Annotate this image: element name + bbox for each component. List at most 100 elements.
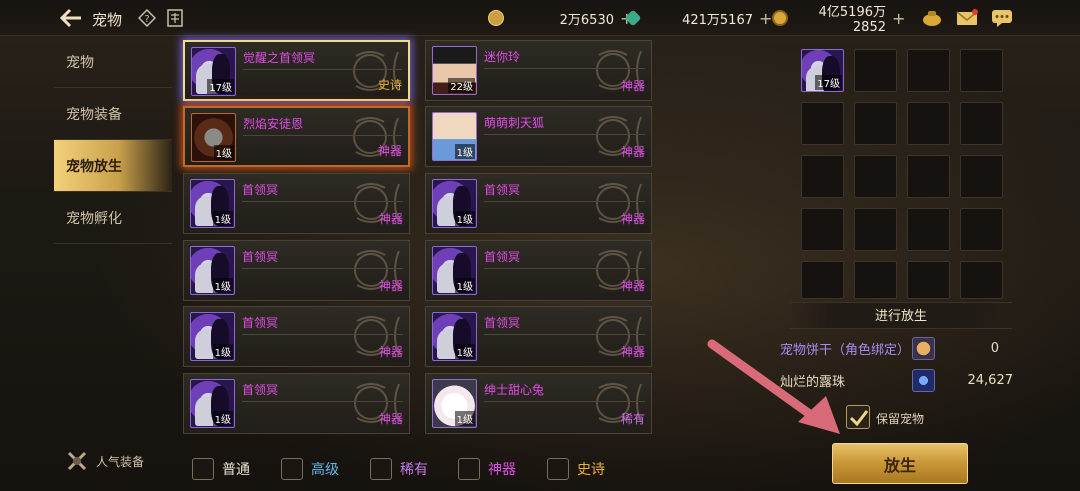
release-slot-empty[interactable] <box>907 49 950 92</box>
coin-currency: 2万6530 + <box>488 7 633 29</box>
pet-card[interactable]: 1级 首领冥 神器 <box>183 240 410 301</box>
release-slot-empty[interactable] <box>960 49 1003 92</box>
release-slot-empty[interactable] <box>854 261 897 299</box>
release-slot-empty[interactable] <box>907 208 950 251</box>
crystal-currency: 421万5167 + <box>624 7 772 29</box>
pet-portrait: 1级 <box>190 246 235 295</box>
card-divider <box>484 401 645 402</box>
pet-rarity: 神器 <box>378 345 403 359</box>
release-slot-empty[interactable] <box>960 208 1003 251</box>
coin-amount: 2万6530 <box>559 12 614 28</box>
pet-level: 1级 <box>212 278 233 293</box>
pet-level: 1级 <box>212 211 233 226</box>
sidebar-item-pet-release[interactable]: 宠物放生 <box>54 140 172 192</box>
pet-level: 1级 <box>454 344 475 359</box>
release-slot-filled[interactable]: 17级 <box>801 49 844 92</box>
pet-level: 1级 <box>454 144 475 159</box>
pet-portrait: 1级 <box>432 312 477 361</box>
reward-row-pet-biscuit: 宠物饼干（角色绑定） 0 <box>780 337 999 360</box>
pet-card[interactable]: 22级 迷你玲 神器 <box>425 40 652 101</box>
sidebar-item-label: 宠物 <box>66 54 94 71</box>
filter-label: 史诗 <box>577 462 605 478</box>
pet-rarity: 神器 <box>620 345 645 359</box>
sidebar-item-label: 宠物装备 <box>66 106 122 123</box>
reward-row-dew: 灿烂的露珠 24,627 <box>780 369 1013 392</box>
card-divider <box>242 268 403 269</box>
release-section-header: 进行放生 <box>790 302 1012 329</box>
pet-card[interactable]: 1级 首领冥 神器 <box>183 373 410 434</box>
pet-card[interactable]: 1级 绅士甜心兔 稀有 <box>425 373 652 434</box>
pet-portrait: 1级 <box>190 312 235 361</box>
sidebar-item-pet-hatching[interactable]: 宠物孵化 <box>54 192 172 244</box>
mail-icon[interactable] <box>956 8 978 28</box>
pet-card[interactable]: 1级 首领冥 神器 <box>183 306 410 367</box>
pet-card[interactable]: 1级 首领冥 神器 <box>425 306 652 367</box>
release-slot-empty[interactable] <box>801 261 844 299</box>
crossed-swords-icon <box>67 451 87 471</box>
coin-icon <box>488 10 504 26</box>
card-divider <box>484 201 645 202</box>
back-arrow-icon[interactable] <box>60 8 82 28</box>
pet-portrait: 1级 <box>432 246 477 295</box>
pet-rarity: 神器 <box>378 279 403 293</box>
card-divider <box>484 334 645 335</box>
pet-card[interactable]: 1级 烈焰安徒恩神器 <box>183 106 410 167</box>
release-slot-empty[interactable] <box>907 102 950 145</box>
release-slot-empty[interactable] <box>907 261 950 299</box>
chat-icon[interactable] <box>991 8 1013 28</box>
sidebar-item-pet-equipment[interactable]: 宠物装备 <box>54 88 172 140</box>
pet-card[interactable]: 1级 首领冥 神器 <box>183 173 410 234</box>
checkbox-box <box>458 458 480 480</box>
pet-rarity: 神器 <box>377 144 402 158</box>
popular-equipment-link[interactable]: 人气装备 <box>66 450 144 472</box>
pet-card[interactable]: 1级 萌萌刺天狐 神器 <box>425 106 652 167</box>
release-slot-empty[interactable] <box>854 49 897 92</box>
release-button[interactable]: 放生 <box>832 443 968 484</box>
rarity-filter-checkbox[interactable]: 稀有 <box>370 458 428 480</box>
pet-name: 烈焰安徒恩 <box>243 117 304 131</box>
pet-level: 1级 <box>212 411 233 426</box>
guide-book-icon[interactable] <box>166 8 184 28</box>
release-slot-empty[interactable] <box>801 102 844 145</box>
pet-card[interactable]: 17级 觉醒之首领冥 史诗 <box>183 40 410 101</box>
release-slot-empty[interactable] <box>960 261 1003 299</box>
release-slot-empty[interactable] <box>854 208 897 251</box>
rarity-filter-checkbox[interactable]: 高级 <box>281 458 339 480</box>
crystal-amount: 421万5167 <box>682 12 753 28</box>
card-divider <box>243 69 402 70</box>
bag-icon[interactable] <box>921 8 943 28</box>
gold-add-button[interactable]: + <box>892 9 905 28</box>
gold-currency: 4亿5196万2852 + <box>772 5 905 35</box>
rarity-filter-checkbox[interactable]: 普通 <box>192 458 250 480</box>
keep-pet-checkbox[interactable] <box>846 405 870 429</box>
pet-rarity: 史诗 <box>377 78 402 92</box>
checkbox-box <box>370 458 392 480</box>
card-divider <box>242 334 403 335</box>
release-slot-empty[interactable] <box>907 155 950 198</box>
pet-level: 1级 <box>454 411 475 426</box>
checkbox-box <box>281 458 303 480</box>
filter-label: 普通 <box>222 462 250 478</box>
pet-card[interactable]: 1级 首领冥 神器 <box>425 173 652 234</box>
release-slot-empty[interactable] <box>960 102 1003 145</box>
pet-card[interactable]: 1级 首领冥 神器 <box>425 240 652 301</box>
help-icon[interactable]: ? <box>138 9 156 27</box>
pet-level: 1级 <box>213 145 234 160</box>
rarity-filter-checkbox[interactable]: 史诗 <box>547 458 605 480</box>
pet-level: 17级 <box>207 79 234 94</box>
release-slot-empty[interactable] <box>960 155 1003 198</box>
reward-label: 宠物饼干（角色绑定） <box>780 343 911 358</box>
release-slot-empty[interactable] <box>854 102 897 145</box>
release-slot-empty[interactable] <box>801 155 844 198</box>
reward-label: 灿烂的露珠 <box>780 375 846 390</box>
rarity-filter-checkbox[interactable]: 神器 <box>458 458 516 480</box>
gold-coin-icon <box>772 10 788 26</box>
pet-rarity: 神器 <box>620 279 645 293</box>
reward-value: 0 <box>990 341 999 356</box>
crystal-add-button[interactable]: + <box>759 9 772 28</box>
release-slot-empty[interactable] <box>854 155 897 198</box>
pet-level: 1级 <box>454 211 475 226</box>
release-slot-empty[interactable] <box>801 208 844 251</box>
sidebar-item-pets[interactable]: 宠物 <box>54 36 172 88</box>
pet-rarity: 神器 <box>620 145 645 159</box>
